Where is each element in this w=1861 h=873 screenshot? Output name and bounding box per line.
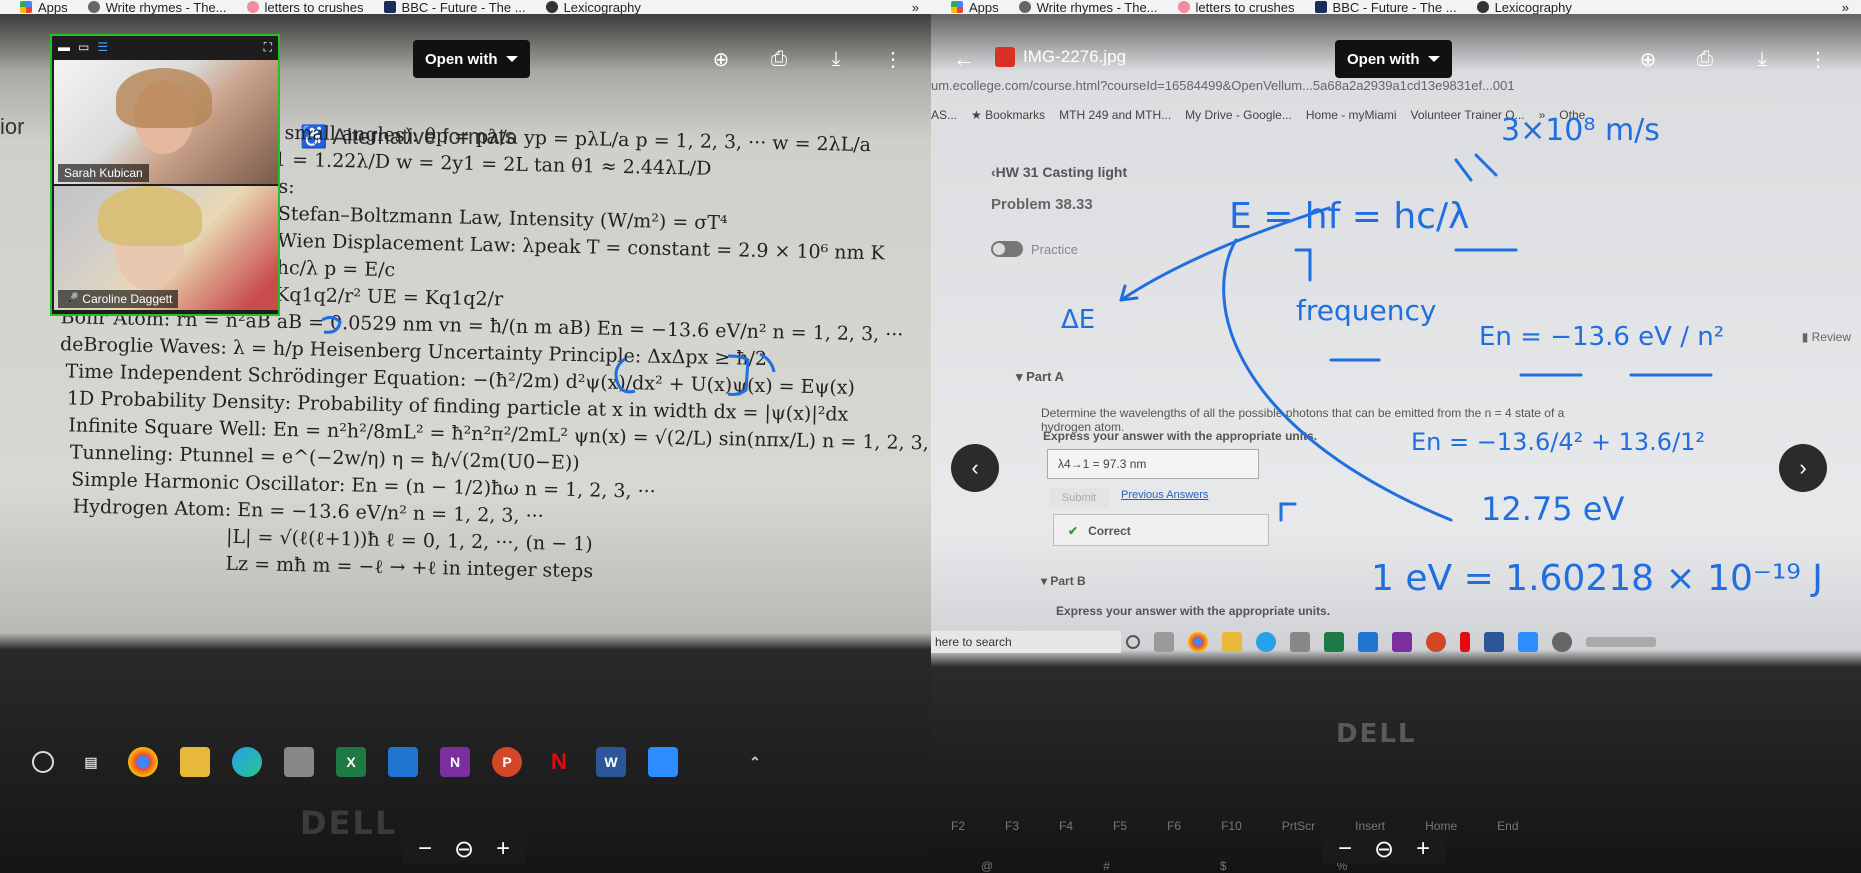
dell-logo: DELL bbox=[300, 804, 398, 842]
open-with-button[interactable]: Open with bbox=[413, 40, 530, 78]
store-icon bbox=[284, 747, 314, 777]
download-icon[interactable]: ⤓ bbox=[823, 46, 849, 72]
bookmarks-bar: Apps Write rhymes - The... letters to cr… bbox=[0, 0, 931, 14]
bookmark-bbc[interactable]: BBC - Future - The ... bbox=[383, 0, 526, 14]
caret-down-icon bbox=[505, 56, 518, 62]
bbc-icon bbox=[1314, 1, 1327, 13]
apps-grid-icon bbox=[951, 1, 963, 13]
handwriting-speed-of-light: 3×10⁸ m/s bbox=[1501, 113, 1660, 148]
excel-icon: X bbox=[336, 747, 366, 777]
handwriting-result: 12.75 eV bbox=[1481, 490, 1624, 528]
video-panel-controls: ▬ ▭ ☰ ⛶ bbox=[52, 36, 278, 58]
globe-icon bbox=[1018, 1, 1031, 13]
chevron-right-icon: › bbox=[1799, 455, 1807, 480]
download-icon[interactable]: ⤓ bbox=[1749, 46, 1775, 72]
participant-hair bbox=[116, 68, 212, 128]
zoom-out-button[interactable]: − bbox=[418, 835, 432, 863]
bookmark-letters[interactable]: letters to crushes bbox=[1177, 0, 1295, 14]
netflix-icon: N bbox=[551, 749, 567, 774]
zoom-video-panel: ▬ ▭ ☰ ⛶ Sarah Kubican 🎤 Caroline Daggett bbox=[50, 34, 280, 316]
bookmark-write-rhymes[interactable]: Write rhymes - The... bbox=[87, 0, 227, 14]
bookmark-apps[interactable]: Apps bbox=[20, 0, 68, 14]
print-icon[interactable]: ⎙ bbox=[766, 46, 792, 72]
add-to-drive-icon[interactable]: ⊕ bbox=[708, 46, 734, 72]
bookmark-letters[interactable]: letters to crushes bbox=[246, 0, 364, 14]
chrome-icon bbox=[128, 747, 158, 777]
previous-image-button[interactable]: ‹ bbox=[951, 444, 999, 492]
mail-icon bbox=[388, 747, 418, 777]
word-icon: W bbox=[596, 747, 626, 777]
bbc-icon bbox=[383, 1, 396, 13]
right-photo: um.ecollege.com/course.html?courseId=165… bbox=[931, 14, 1861, 873]
globe-icon bbox=[87, 1, 100, 13]
zoom-controls: − ⊖ + bbox=[402, 835, 527, 864]
bookmark-lexicography[interactable]: Lexicography bbox=[1476, 0, 1572, 14]
restore-icon[interactable]: ▭ bbox=[78, 40, 89, 54]
file-title: IMG-2276.jpg bbox=[995, 47, 1126, 67]
open-with-button[interactable]: Open with bbox=[1335, 40, 1452, 78]
caret-down-icon bbox=[1427, 56, 1440, 62]
file-explorer-icon bbox=[180, 747, 210, 777]
video-tile[interactable]: 🎤 Caroline Daggett bbox=[54, 186, 278, 310]
back-arrow-icon[interactable]: ← bbox=[953, 46, 975, 72]
participant-name: 🎤 Caroline Daggett bbox=[58, 290, 179, 308]
zoom-reset-icon[interactable]: ⊖ bbox=[454, 835, 474, 864]
mic-muted-icon: 🎤 bbox=[64, 292, 79, 306]
fullscreen-icon[interactable]: ⛶ bbox=[264, 40, 272, 55]
heart-icon bbox=[1177, 1, 1190, 13]
bookmarks-more[interactable]: » bbox=[1842, 0, 1849, 14]
minimize-icon[interactable]: ▬ bbox=[58, 40, 70, 54]
zoom-controls: − ⊖ + bbox=[1322, 835, 1447, 864]
handwriting-bohr-energy: En = −13.6 eV / n² bbox=[1479, 322, 1724, 352]
zoom-reset-icon[interactable]: ⊖ bbox=[1374, 835, 1394, 864]
print-icon[interactable]: ⎙ bbox=[1692, 46, 1718, 72]
chevron-left-icon: ‹ bbox=[971, 455, 979, 480]
bookmark-bbc[interactable]: BBC - Future - The ... bbox=[1314, 0, 1457, 14]
task-view-icon: ▤ bbox=[84, 753, 98, 770]
chevron-up-icon: ⌃ bbox=[749, 753, 761, 770]
bookmark-lexicography[interactable]: Lexicography bbox=[545, 0, 641, 14]
zoom-icon bbox=[648, 747, 678, 777]
handwriting-delta-e: ΔE bbox=[1061, 305, 1095, 335]
heart-icon bbox=[246, 1, 259, 13]
handwriting-ev-conversion: 1 eV = 1.60218 × 10⁻¹⁹ J bbox=[1371, 558, 1823, 599]
next-image-button[interactable]: › bbox=[1779, 444, 1827, 492]
handwriting-transition-calc: En = −13.6/4² + 13.6/1² bbox=[1411, 428, 1705, 456]
handwriting-energy-eq: E = hf = hc/λ bbox=[1229, 196, 1469, 237]
zoom-in-button[interactable]: + bbox=[1416, 835, 1430, 863]
image-file-icon bbox=[995, 47, 1015, 67]
participant-name: Sarah Kubican bbox=[58, 164, 149, 182]
handwritten-annotations: 3×10⁸ m/s E = hf = hc/λ ΔE frequency En … bbox=[1061, 113, 1823, 599]
dictionary-icon bbox=[545, 1, 558, 13]
edge-icon bbox=[232, 747, 262, 777]
powerpoint-icon: P bbox=[492, 747, 522, 777]
left-image-viewer: ior ♿ Alternative formats small angles):… bbox=[0, 0, 931, 873]
participant-hair bbox=[98, 186, 202, 246]
photographed-taskbar: ▤ X N P N W ⌃ bbox=[18, 739, 931, 785]
onenote-icon: N bbox=[440, 747, 470, 777]
right-image-viewer: um.ecollege.com/course.html?courseId=165… bbox=[931, 0, 1861, 873]
add-to-drive-icon[interactable]: ⊕ bbox=[1635, 46, 1661, 72]
bookmark-write-rhymes[interactable]: Write rhymes - The... bbox=[1018, 0, 1158, 14]
bookmarks-more[interactable]: » bbox=[912, 0, 919, 14]
bookmark-apps[interactable]: Apps bbox=[951, 0, 999, 14]
handwriting-frequency: frequency bbox=[1296, 294, 1436, 327]
more-options-icon[interactable]: ⋮ bbox=[1805, 46, 1831, 72]
dictionary-icon bbox=[1476, 1, 1489, 13]
video-tile[interactable]: Sarah Kubican bbox=[54, 60, 278, 184]
zoom-out-button[interactable]: − bbox=[1338, 835, 1352, 863]
bookmarks-bar-right: Apps Write rhymes - The... letters to cr… bbox=[931, 0, 1861, 14]
zoom-in-button[interactable]: + bbox=[496, 835, 510, 863]
gallery-view-icon[interactable]: ☰ bbox=[97, 40, 108, 54]
start-circle-icon bbox=[32, 751, 54, 773]
more-options-icon[interactable]: ⋮ bbox=[880, 46, 906, 72]
apps-grid-icon bbox=[20, 1, 32, 13]
